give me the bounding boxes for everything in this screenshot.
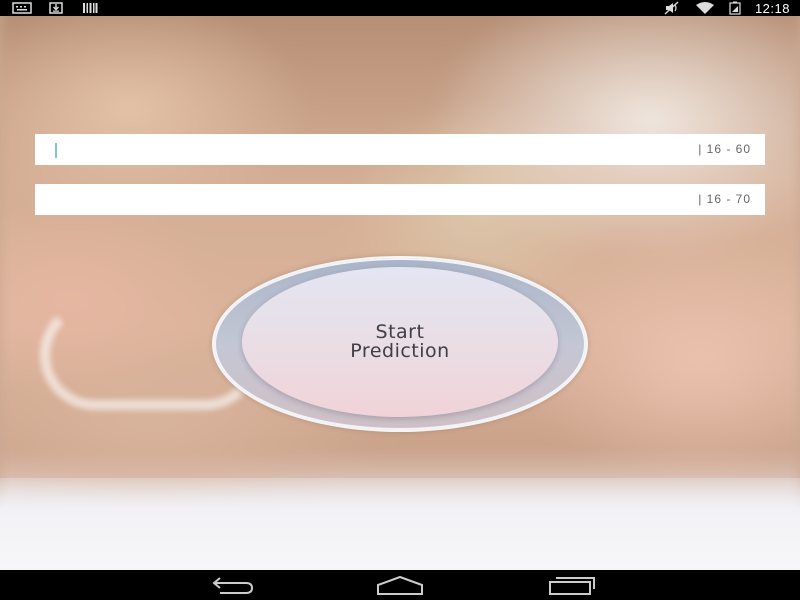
app-screen: 12:18 | 16 - 60 | 16 - 70 Start Predicti… [0, 0, 800, 600]
navigation-bar [0, 570, 800, 600]
back-button[interactable] [206, 575, 256, 597]
download-icon [49, 2, 63, 14]
home-icon [377, 575, 423, 595]
input-field-1[interactable]: | 16 - 60 [35, 134, 765, 165]
start-prediction-button[interactable]: Start Prediction [242, 267, 558, 417]
input-field-2-range: | 16 - 70 [698, 192, 751, 206]
back-icon [212, 577, 254, 594]
status-system: 12:18 [663, 0, 790, 16]
status-bar: 12:18 [0, 0, 800, 16]
recents-icon [549, 577, 595, 595]
keyboard-icon [12, 2, 32, 14]
home-button[interactable] [375, 575, 425, 597]
recents-button[interactable] [548, 575, 598, 597]
start-button-line2: Prediction [350, 340, 450, 362]
background-blanket [0, 478, 800, 570]
input-field-2[interactable]: | 16 - 70 [35, 184, 765, 215]
input-field-2-text[interactable] [35, 184, 675, 215]
input-field-1-text[interactable] [35, 134, 675, 165]
mute-icon [664, 1, 679, 15]
barcode-icon [83, 3, 98, 13]
input-field-1-range: | 16 - 60 [698, 142, 751, 156]
text-cursor [55, 143, 57, 158]
status-time: 12:18 [754, 0, 790, 16]
status-notifications [12, 2, 100, 14]
wifi-icon [695, 2, 714, 14]
battery-icon [729, 1, 741, 15]
